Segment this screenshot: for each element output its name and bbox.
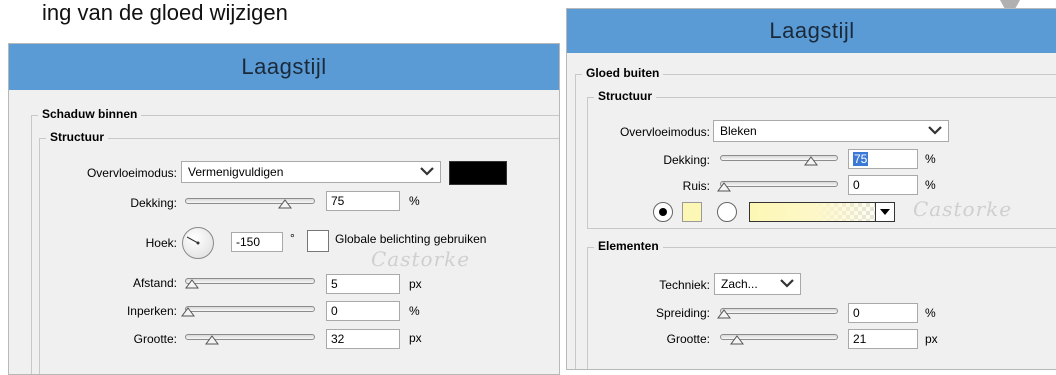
choke-input[interactable]: 0 [326,301,400,321]
gradient-dropdown-button[interactable] [875,203,894,221]
noise-unit: % [925,178,936,192]
left-watermark: Castorke [371,247,471,271]
spread-slider-track [720,308,838,314]
size-unit: px [409,331,422,345]
right-blend-mode-value: Bleken [720,124,757,138]
distance-input[interactable]: 5 [326,274,400,294]
gradient-radio[interactable] [717,202,737,222]
noise-slider-thumb[interactable] [717,182,731,192]
noise-label: Ruis: [682,179,710,193]
elements-legend: Elementen [594,239,663,253]
chevron-down-icon [420,167,434,176]
right-size-slider[interactable] [720,332,838,345]
angle-unit: ° [290,231,295,245]
spread-unit: % [925,306,936,320]
noise-slider[interactable] [717,179,838,192]
size-slider[interactable] [185,332,315,345]
opacity-slider[interactable] [185,196,315,209]
choke-slider-track [185,306,315,312]
angle-label: Hoek: [145,236,177,250]
outer-glow-legend: Gloed buiten [582,66,664,80]
structure-legend: Structuur [46,130,108,144]
angle-dial[interactable] [182,227,214,259]
glow-gradient-picker[interactable] [749,202,895,222]
distance-slider-track [185,278,315,284]
noise-slider-track [720,181,838,187]
right-dialog-titlebar: Laagstijl [567,9,1056,53]
distance-label: Afstand: [132,276,177,290]
choke-unit: % [409,304,420,318]
right-opacity-input[interactable]: 75 [848,149,918,169]
right-watermark: Castorke [913,197,1013,221]
tutorial-heading: ing van de gloed wijzigen [42,0,288,25]
noise-input[interactable]: 0 [848,175,918,195]
right-opacity-unit: % [925,152,936,166]
left-dialog-titlebar: Laagstijl [9,44,559,90]
right-opacity-slider-thumb[interactable] [804,156,818,166]
triangle-down-icon [880,209,890,215]
spread-label: Spreiding: [655,306,710,320]
distance-slider-thumb[interactable] [185,279,199,289]
choke-label: Inperken: [126,304,177,318]
right-opacity-slider[interactable] [720,153,838,166]
size-label: Grootte: [133,332,177,346]
spread-slider-thumb[interactable] [717,309,731,319]
right-structure-legend: Structuur [594,89,656,103]
size-slider-thumb[interactable] [205,335,219,345]
angle-input[interactable]: -150 [231,232,283,252]
right-blend-mode-label: Overvloeimodus: [619,125,710,139]
right-opacity-slider-track [720,155,838,161]
spread-input[interactable]: 0 [848,303,918,323]
right-blend-mode-dropdown[interactable]: Bleken [713,120,949,142]
shadow-color-swatch[interactable] [449,161,507,185]
blend-mode-value: Vermenigvuldigen [188,165,284,179]
right-opacity-selected-text: 75 [853,152,869,166]
left-layer-style-dialog: Laagstijl Schaduw binnen Structuur Overv… [8,43,560,375]
chevron-down-icon [928,126,942,135]
angle-dial-needle [186,236,200,245]
blend-mode-dropdown[interactable]: Vermenigvuldigen [181,161,441,183]
opacity-slider-track [185,198,315,204]
opacity-unit: % [409,194,420,208]
technique-label: Techniek: [659,278,710,292]
solid-color-radio[interactable] [653,202,673,222]
opacity-input[interactable]: 75 [326,191,400,211]
spread-slider[interactable] [717,306,838,319]
right-size-input[interactable]: 21 [848,329,918,349]
inner-shadow-legend: Schaduw binnen [38,107,142,121]
choke-slider-thumb[interactable] [181,307,195,317]
blend-mode-label: Overvloeimodus: [86,166,177,180]
size-input[interactable]: 32 [326,329,400,349]
right-layer-style-dialog: Laagstijl Gloed buiten Structuur Overvlo… [566,8,1056,370]
glow-color-swatch[interactable] [682,202,702,222]
global-light-checkbox[interactable] [307,230,329,252]
right-size-unit: px [925,332,938,346]
right-opacity-label: Dekking: [663,153,710,167]
right-size-label: Grootte: [666,332,710,346]
chevron-down-icon [780,279,794,288]
technique-dropdown[interactable]: Zach... [714,273,801,295]
opacity-label: Dekking: [130,196,177,210]
distance-slider[interactable] [185,276,315,289]
technique-value: Zach... [721,277,758,291]
opacity-slider-thumb[interactable] [278,199,292,209]
distance-unit: px [409,277,422,291]
choke-slider[interactable] [181,304,315,317]
global-light-label: Globale belichting gebruiken [335,232,487,246]
right-size-slider-thumb[interactable] [730,335,744,345]
